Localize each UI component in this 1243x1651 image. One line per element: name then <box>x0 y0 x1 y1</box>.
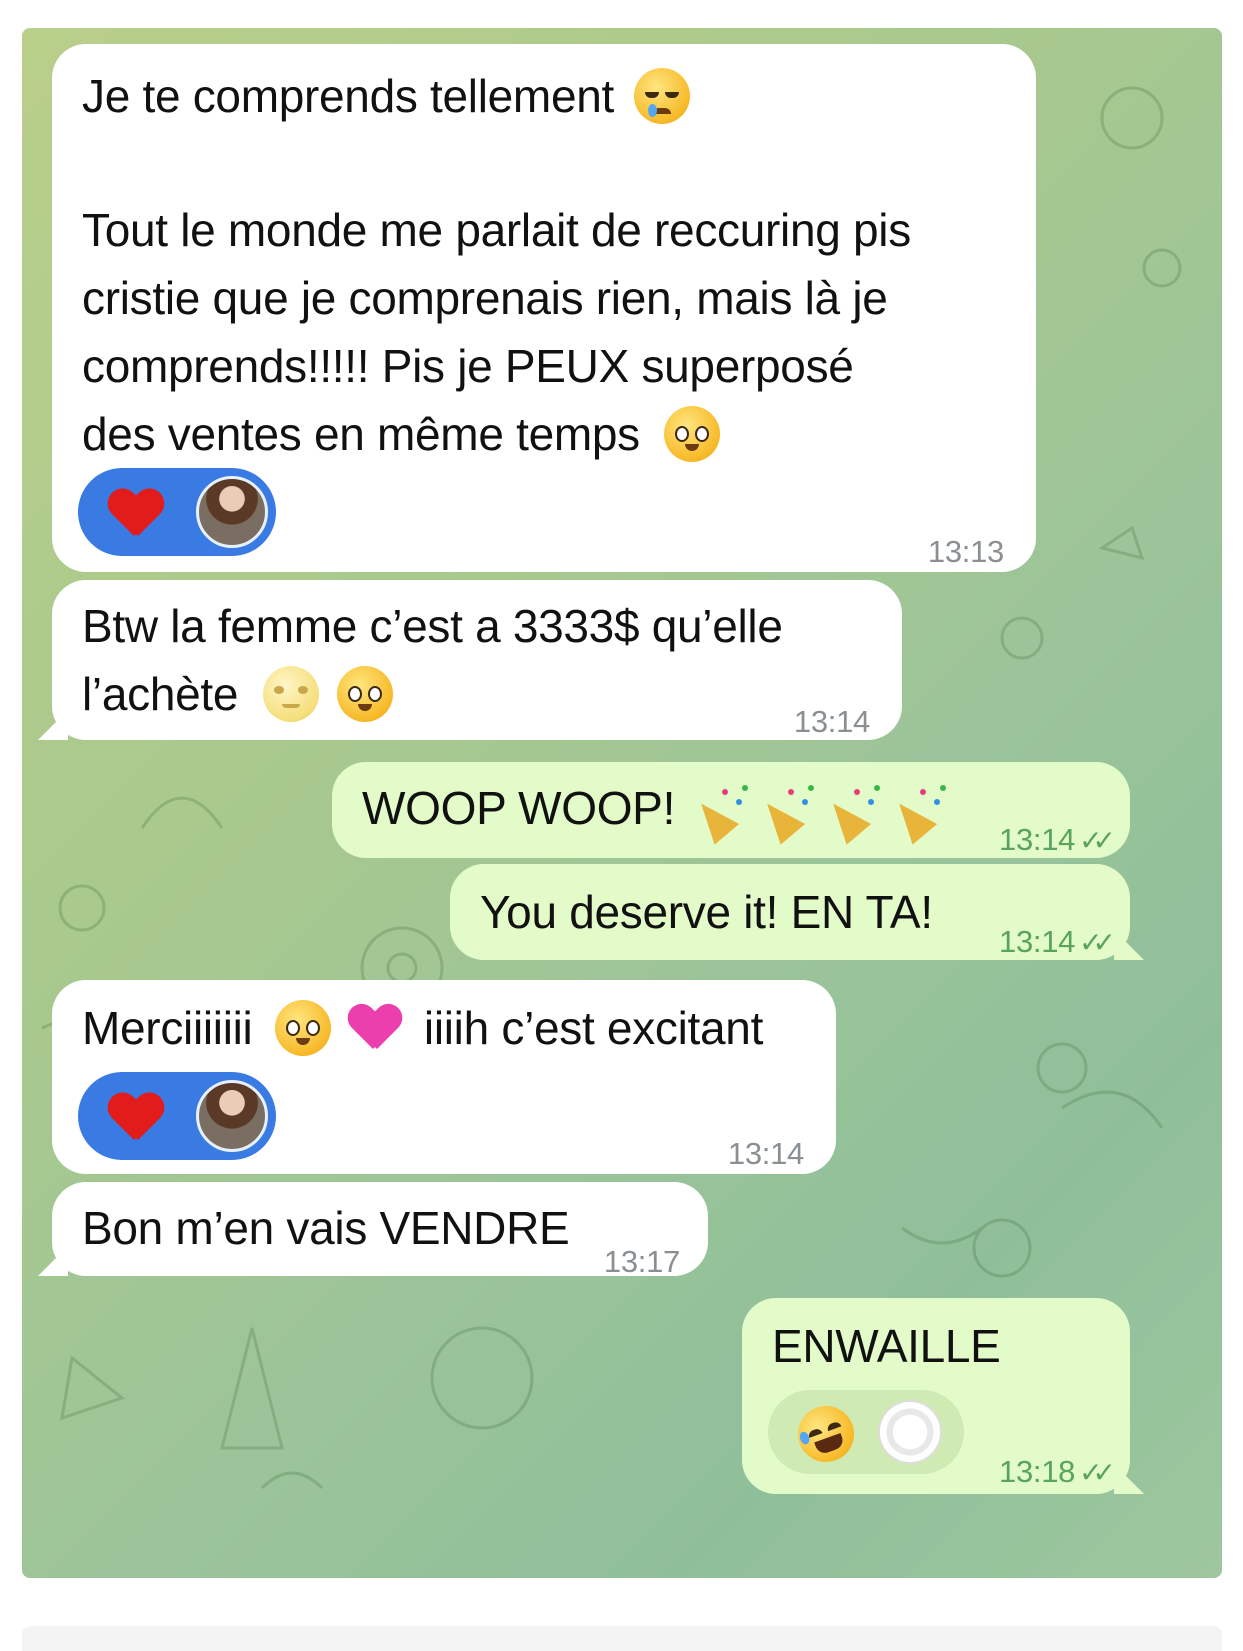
pink-heart-emoji-icon <box>349 1005 401 1053</box>
party-popper-emoji-icon <box>688 781 754 845</box>
avatar <box>878 1400 942 1464</box>
message-text: WOOP WOOP! <box>362 782 676 834</box>
message-text: You deserve it! EN TA! <box>480 886 933 938</box>
message-time: 13:17 <box>603 1244 680 1279</box>
message-text-line: comprends!!!!! Pis je PEUX superposé <box>82 340 854 392</box>
message-text-line: Tout le monde me parlait de reccuring pi… <box>82 204 911 256</box>
message-text: iiiih c’est excitant <box>423 1002 764 1054</box>
message-time: 13:14 ✓✓ <box>999 924 1116 959</box>
avatar <box>196 476 268 548</box>
crying-face-emoji-icon <box>634 67 691 124</box>
message-bubble-outgoing[interactable]: You deserve it! EN TA! 13:14 ✓✓ <box>450 864 1130 960</box>
message-bubble-incoming[interactable]: Je te comprends tellement Tout le monde … <box>52 44 1036 572</box>
pleading-face-emoji-icon <box>274 999 331 1056</box>
read-checkmark-icon: ✓✓ <box>1079 1457 1116 1488</box>
reaction-pill[interactable] <box>768 1390 964 1474</box>
party-popper-emoji-icon <box>820 781 886 845</box>
party-popper-emoji-icon <box>886 781 952 845</box>
rolling-on-floor-laughing-emoji-icon <box>790 1398 862 1470</box>
reaction-pill[interactable] <box>78 468 276 556</box>
pleading-face-emoji-icon <box>337 665 394 722</box>
message-text: ENWAILLE <box>772 1320 1001 1372</box>
bottom-bar <box>22 1626 1222 1651</box>
avatar <box>196 1080 268 1152</box>
message-text-line: Je te comprends tellement <box>82 62 1022 130</box>
message-bubble-outgoing[interactable]: WOOP WOOP! 13:14 ✓✓ <box>332 762 1130 858</box>
message-time: 13:14 <box>727 1136 804 1171</box>
moon-face-emoji-icon <box>262 665 319 722</box>
message-text: Bon m’en vais VENDRE <box>82 1202 570 1254</box>
pleading-face-emoji-icon <box>664 405 721 462</box>
read-checkmark-icon: ✓✓ <box>1079 825 1116 856</box>
message-bubble-incoming[interactable]: Bon m’en vais VENDRE 13:17 <box>52 1182 708 1279</box>
message-time: 13:14 <box>793 704 870 739</box>
message-time: 13:13 <box>927 534 1004 569</box>
red-heart-icon <box>108 488 164 538</box>
message-text: Merciiiiiii <box>82 1002 253 1054</box>
read-checkmark-icon: ✓✓ <box>1079 927 1116 958</box>
message-text-line: Btw la femme c’est a 3333$ qu’elle <box>82 600 783 652</box>
message-bubble-incoming[interactable]: Btw la femme c’est a 3333$ qu’elle l’ach… <box>52 580 902 740</box>
message-time: 13:18 ✓✓ <box>999 1454 1116 1489</box>
message-text-line: cristie que je comprenais rien, mais là … <box>82 272 888 324</box>
reaction-pill[interactable] <box>78 1072 276 1160</box>
message-text-line: des ventes en même temps <box>82 400 1022 468</box>
message-bubble-incoming[interactable]: Merciiiiiii iiiih c’est excitant 13:14 <box>52 980 836 1174</box>
message-bubble-outgoing[interactable]: ENWAILLE 13:18 ✓✓ <box>742 1298 1130 1494</box>
message-text-line: l’achète <box>82 660 882 728</box>
party-popper-emoji-icon <box>754 781 820 845</box>
red-heart-icon <box>108 1092 164 1142</box>
